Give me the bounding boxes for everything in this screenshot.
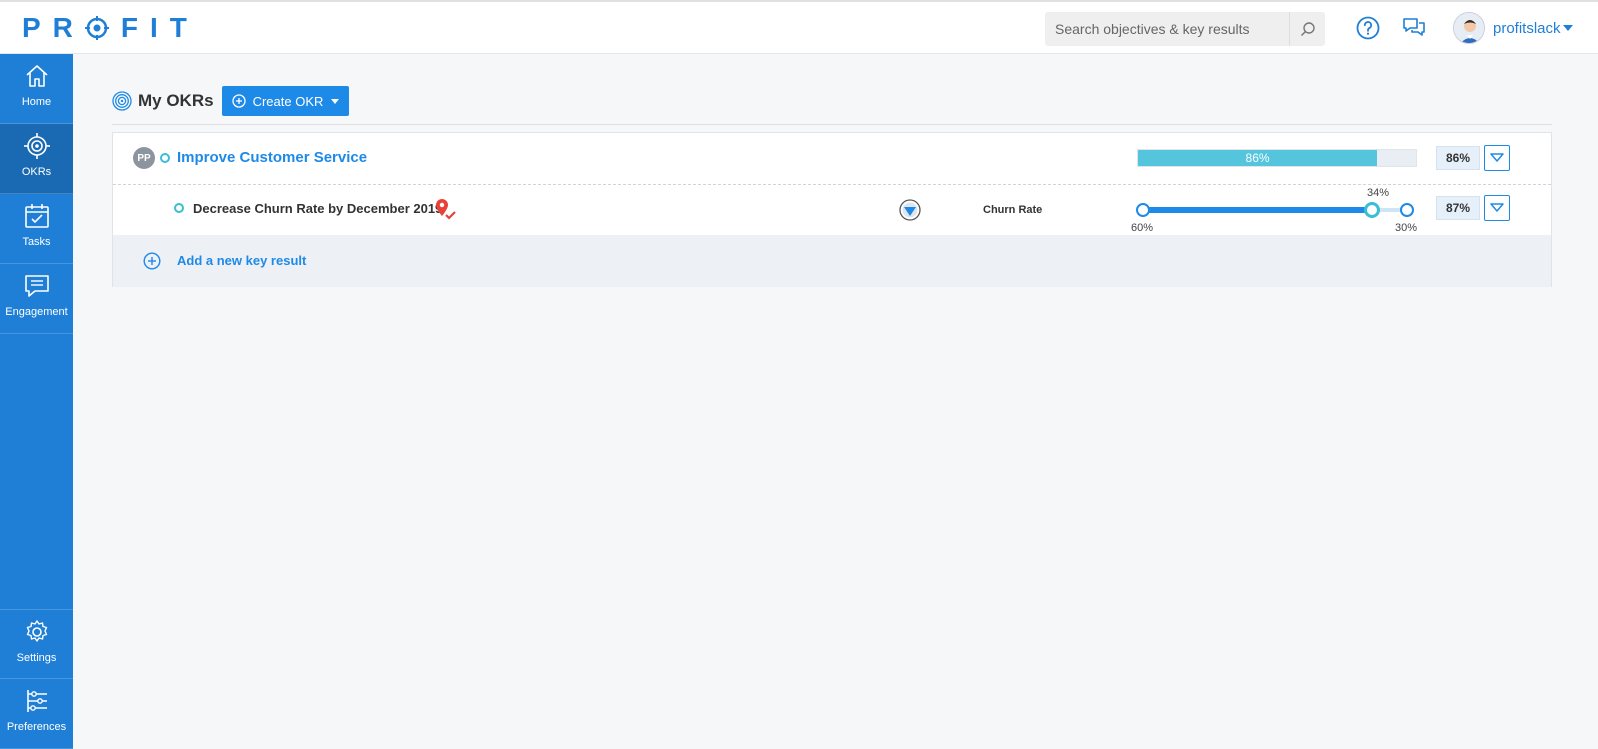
- chevron-down-icon: [1490, 203, 1504, 212]
- sidebar-item-engagement[interactable]: Engagement: [0, 264, 73, 334]
- chevron-down-icon: [331, 98, 340, 104]
- user-avatar-icon: [1454, 13, 1484, 43]
- location-check-icon[interactable]: [435, 198, 457, 222]
- top-header: PR FIT Search objectives & key results p…: [0, 0, 1598, 54]
- calendar-check-icon: [24, 204, 49, 228]
- key-result-menu-button[interactable]: [1484, 195, 1510, 221]
- sidebar: Home OKRs Tasks Engagement Settings Pref…: [0, 54, 73, 749]
- sidebar-item-home[interactable]: Home: [0, 54, 73, 124]
- page-header: My OKRs Create OKR: [112, 86, 350, 116]
- objective-row: PP Improve Customer Service 86% 86%: [113, 133, 1551, 185]
- sidebar-item-settings[interactable]: Settings: [0, 609, 73, 679]
- gear-icon: [26, 620, 47, 642]
- avatar: [1453, 12, 1485, 44]
- search-icon: [1300, 22, 1315, 37]
- chevron-down-icon: [1562, 25, 1573, 31]
- sidebar-item-okrs[interactable]: OKRs: [0, 124, 73, 194]
- objective-progress-fill: 86%: [1138, 150, 1378, 166]
- profit-logo[interactable]: PR FIT: [22, 14, 199, 42]
- search-button[interactable]: [1289, 12, 1325, 46]
- add-key-result-link[interactable]: Add a new key result: [177, 253, 306, 268]
- slider-current-label: 34%: [1367, 187, 1390, 199]
- objective-score[interactable]: 86%: [1436, 146, 1480, 170]
- objective-status-dot: [160, 153, 170, 163]
- home-icon: [25, 65, 48, 87]
- objective-menu-button[interactable]: [1484, 145, 1510, 171]
- key-result-slider[interactable]: [1136, 202, 1414, 218]
- plus-circle-icon[interactable]: [143, 252, 161, 270]
- sidebar-item-label: Tasks: [22, 236, 51, 248]
- chevron-down-icon: [1490, 153, 1504, 162]
- search-input[interactable]: [1045, 12, 1289, 46]
- create-okr-button[interactable]: Create OKR: [221, 86, 350, 116]
- sidebar-item-tasks[interactable]: Tasks: [0, 194, 73, 264]
- okr-target-icon: [112, 91, 132, 111]
- sidebar-item-label: Settings: [16, 652, 57, 664]
- sidebar-item-label: Home: [21, 96, 52, 108]
- sidebar-item-label: Preferences: [6, 721, 67, 733]
- objective-progress-label: 86%: [1245, 151, 1270, 165]
- logo-text-right: FIT: [120, 12, 199, 43]
- create-okr-label: Create OKR: [252, 93, 324, 109]
- slider-target-knob: [1400, 203, 1414, 217]
- add-key-result-row[interactable]: Add a new key result: [113, 235, 1551, 287]
- objective-title[interactable]: Improve Customer Service: [177, 149, 367, 166]
- slider-current-knob[interactable]: [1363, 202, 1380, 218]
- owner-avatar[interactable]: PP: [133, 147, 155, 169]
- chat-icon: [24, 275, 49, 297]
- user-name: profitslack: [1493, 19, 1561, 37]
- slider-start-label: 60%: [1131, 222, 1154, 234]
- key-result-score[interactable]: 87%: [1436, 196, 1480, 220]
- target-icon: [23, 133, 50, 159]
- sidebar-item-preferences[interactable]: Preferences: [0, 679, 73, 749]
- key-result-title[interactable]: Decrease Churn Rate by December 2019: [193, 201, 442, 216]
- help-icon[interactable]: [1356, 16, 1380, 40]
- slider-progress-track: [1143, 207, 1372, 213]
- okr-card: PP Improve Customer Service 86% 86% Decr…: [112, 132, 1552, 287]
- search-box: [1045, 12, 1325, 46]
- key-result-status-dot: [174, 203, 184, 213]
- key-result-row: Decrease Churn Rate by December 2019 Chu…: [113, 185, 1551, 235]
- page-title: My OKRs: [138, 91, 214, 110]
- logo-target-icon: [84, 16, 109, 40]
- sliders-icon: [26, 690, 47, 712]
- user-menu[interactable]: profitslack: [1453, 12, 1573, 44]
- slider-target-label: 30%: [1395, 222, 1418, 234]
- slider-start-knob: [1136, 203, 1150, 217]
- sidebar-item-label: OKRs: [21, 166, 52, 178]
- divider: [112, 124, 1552, 125]
- decrease-direction-icon: [899, 199, 921, 221]
- messages-icon[interactable]: [1402, 16, 1426, 40]
- objective-progress-bar: 86%: [1137, 149, 1417, 167]
- sidebar-item-label: Engagement: [5, 306, 68, 318]
- plus-circle-icon: [231, 94, 246, 108]
- logo-text-left: PR: [22, 12, 85, 43]
- key-result-metric: Churn Rate: [983, 204, 1043, 216]
